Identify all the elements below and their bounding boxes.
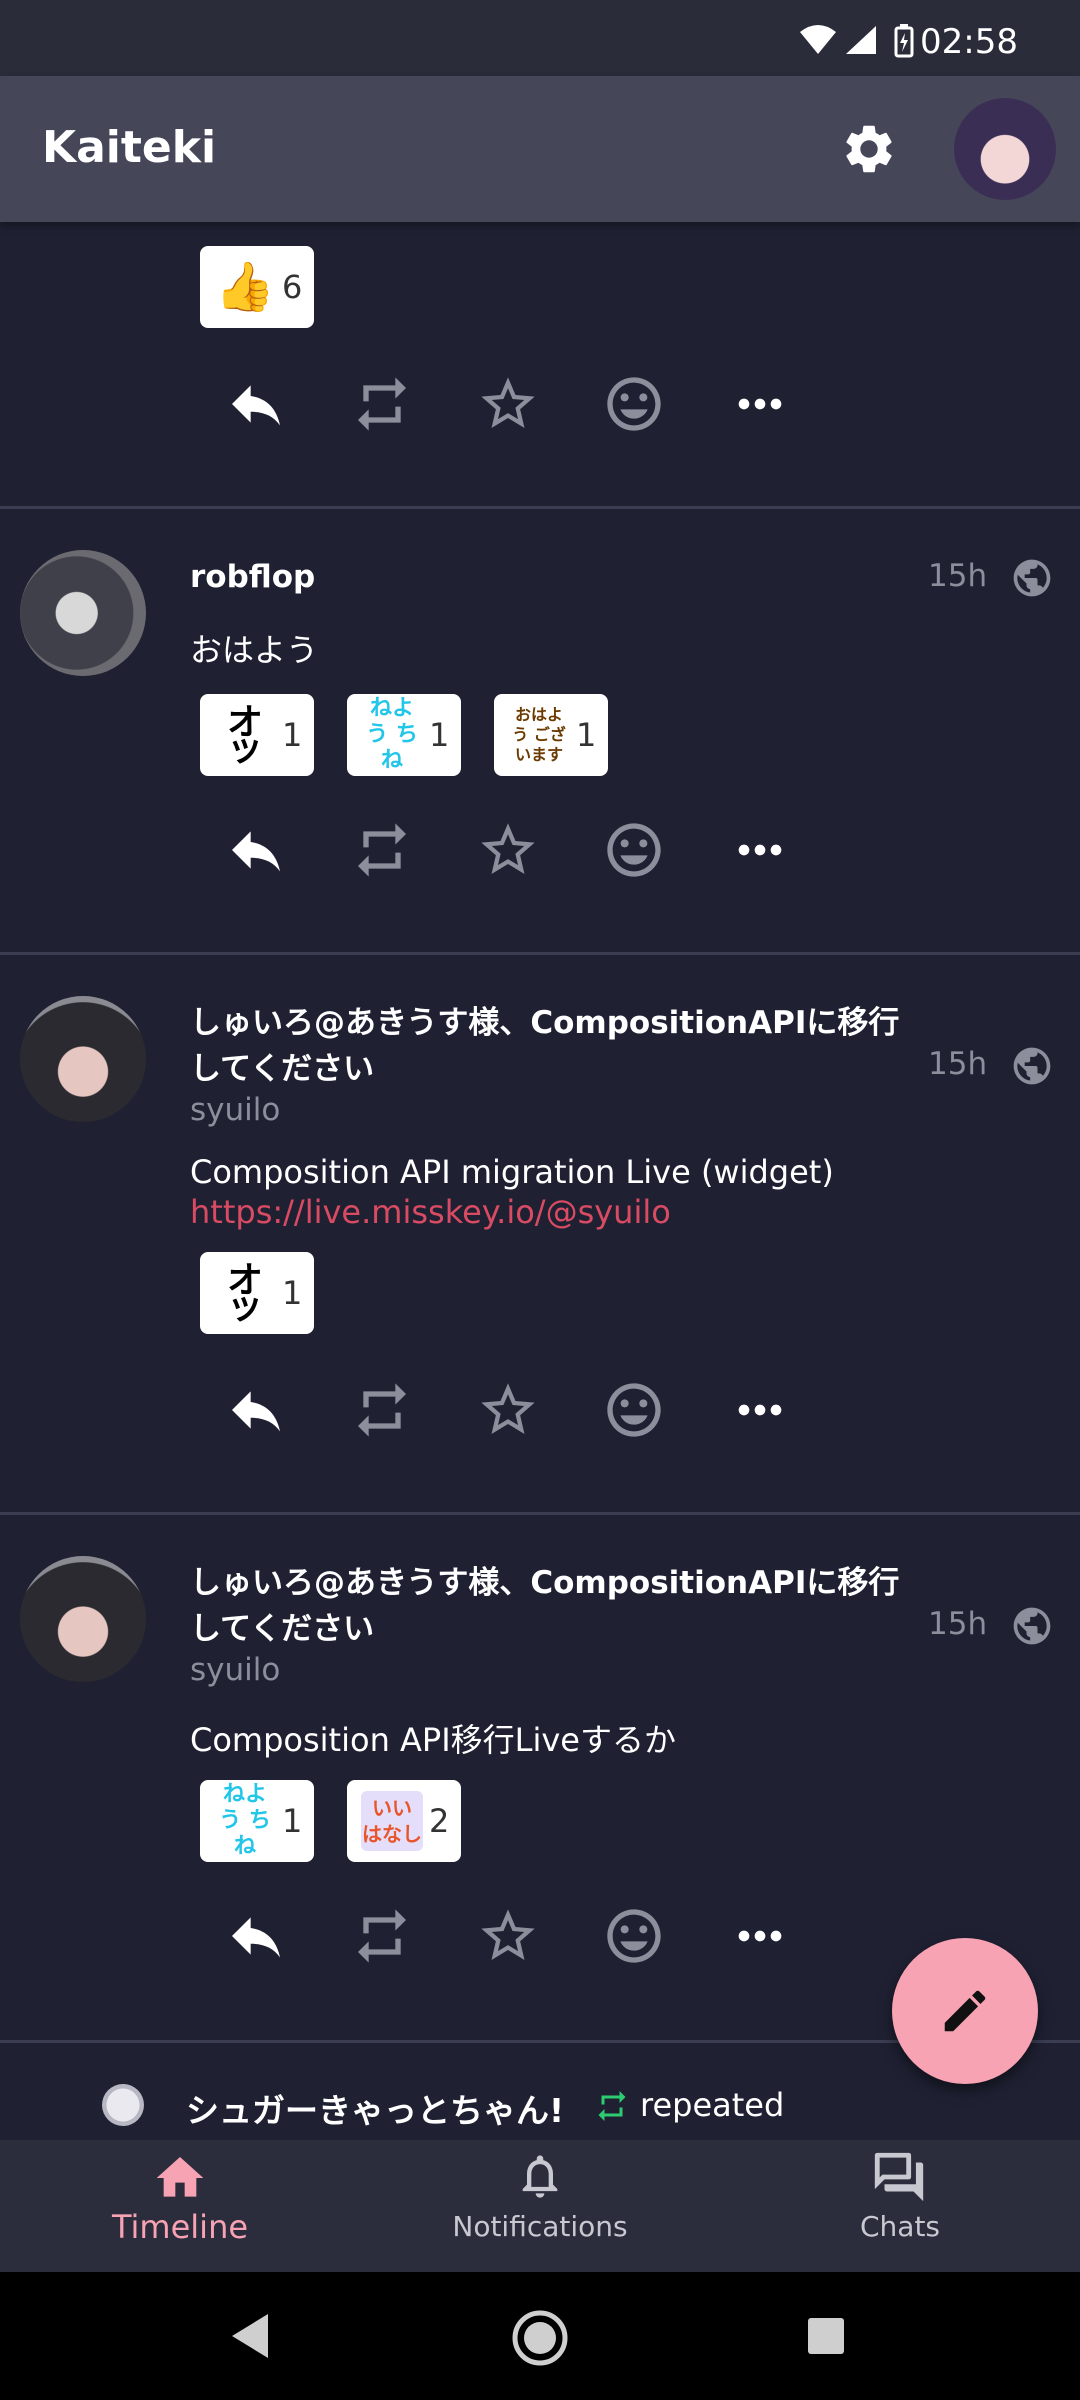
reaction-emoji: おはよう ございます — [512, 705, 566, 764]
nav-label: Chats — [859, 2210, 941, 2243]
post-time: 15h — [928, 558, 988, 594]
post-author-name[interactable]: しゅいろ@あきうす様、CompositionAPIに移行してください — [190, 1560, 930, 1652]
post-divider — [0, 1512, 1080, 1515]
post-divider — [0, 952, 1080, 955]
reaction-emoji: オッ — [226, 701, 263, 769]
post-actions — [220, 1378, 800, 1442]
more-icon[interactable] — [728, 372, 792, 436]
post-text: Composition API移行Liveするか — [190, 1721, 676, 1759]
reaction-count: 1 — [282, 1802, 303, 1840]
reaction-count: 1 — [576, 716, 597, 754]
reaction-emoji: オッ — [226, 1259, 263, 1327]
bottom-navigation: Timeline Notifications Chats — [0, 2140, 1080, 2272]
reaction-emoji: ねよう ちね — [366, 696, 418, 773]
avatar[interactable] — [20, 1556, 146, 1682]
reaction-chip[interactable]: オッ 1 — [200, 694, 315, 776]
bell-icon — [522, 2155, 558, 2198]
reply-icon[interactable] — [224, 372, 288, 436]
nav-chats[interactable]: Chats — [720, 2140, 1080, 2272]
system-navigation-bar — [0, 2272, 1080, 2400]
react-icon[interactable] — [602, 1378, 666, 1442]
repeat-icon[interactable] — [350, 818, 414, 882]
home-icon — [156, 2157, 204, 2197]
reaction-chip[interactable]: おはよう ございます 1 — [494, 694, 609, 776]
home-button-icon[interactable] — [510, 2308, 570, 2368]
avatar[interactable] — [20, 996, 146, 1122]
avatar[interactable] — [20, 550, 146, 676]
react-icon[interactable] — [602, 1904, 666, 1968]
repeat-icon[interactable] — [350, 1378, 414, 1442]
settings-icon[interactable] — [840, 120, 898, 178]
react-icon[interactable] — [602, 372, 666, 436]
post-time: 15h — [928, 1046, 988, 1082]
wifi-icon — [800, 25, 836, 54]
globe-icon — [1013, 1607, 1051, 1645]
reaction-chip[interactable]: ねよう ちね 1 — [347, 694, 462, 776]
reaction-count: 1 — [429, 716, 450, 754]
globe-icon — [1013, 1047, 1051, 1085]
reaction-emoji: 👍 — [215, 259, 275, 315]
reaction-emoji: ねよう ちね — [219, 1782, 271, 1859]
repeat-icon — [598, 2091, 626, 2121]
status-time: 02:58 — [920, 22, 1018, 62]
nav-label: Timeline — [111, 2208, 249, 2246]
favorite-icon[interactable] — [476, 818, 540, 882]
reaction-chip[interactable]: 👍 6 — [200, 246, 315, 328]
post-link[interactable]: https://live.misskey.io/@syuilo — [190, 1192, 671, 1232]
more-icon[interactable] — [728, 818, 792, 882]
reaction-chip[interactable]: いい はなし 2 — [347, 1780, 462, 1862]
reply-icon[interactable] — [224, 818, 288, 882]
repeat-label: repeated — [640, 2086, 785, 2124]
nav-notifications[interactable]: Notifications — [360, 2140, 720, 2272]
reaction-count: 6 — [282, 268, 303, 306]
favorite-icon[interactable] — [476, 1904, 540, 1968]
globe-icon — [1013, 559, 1051, 597]
compose-button[interactable] — [892, 1938, 1038, 2084]
post-divider — [0, 506, 1080, 509]
repeat-user-name[interactable]: シュガーきゃっとちゃん! — [186, 2084, 564, 2132]
reaction-count: 2 — [429, 1802, 450, 1840]
post-actions — [220, 372, 800, 436]
nav-timeline[interactable]: Timeline — [0, 2140, 360, 2272]
avatar[interactable] — [102, 2084, 144, 2126]
react-icon[interactable] — [602, 818, 666, 882]
post-author-handle: syuilo — [190, 1092, 281, 1128]
back-icon[interactable] — [228, 2312, 272, 2360]
favorite-icon[interactable] — [476, 1378, 540, 1442]
recents-icon[interactable] — [806, 2316, 846, 2356]
reaction-emoji: いい はなし — [361, 1791, 423, 1851]
reaction-chip[interactable]: ねよう ちね 1 — [200, 1780, 315, 1862]
post-author-name[interactable]: robflop — [190, 554, 930, 600]
signal-icon — [846, 26, 876, 54]
more-icon[interactable] — [728, 1378, 792, 1442]
repeat-icon[interactable] — [350, 1904, 414, 1968]
post-text: Composition API migration Live (widget) — [190, 1153, 834, 1191]
favorite-icon[interactable] — [476, 372, 540, 436]
post-actions — [220, 818, 800, 882]
post-author-handle: syuilo — [190, 1652, 281, 1688]
post-text: おはよう — [190, 631, 319, 669]
reply-icon[interactable] — [224, 1904, 288, 1968]
post-time: 15h — [928, 1606, 988, 1642]
nav-label: Notifications — [452, 2210, 628, 2243]
reaction-count: 1 — [282, 1274, 303, 1312]
battery-icon — [894, 24, 914, 58]
reaction-count: 1 — [282, 716, 303, 754]
repeat-icon[interactable] — [350, 372, 414, 436]
reaction-chip[interactable]: オッ 1 — [200, 1252, 315, 1334]
status-bar: 02:58 — [0, 0, 1080, 76]
more-icon[interactable] — [728, 1904, 792, 1968]
pencil-icon — [944, 1990, 986, 2032]
app-title: Kaiteki — [42, 122, 217, 173]
account-avatar[interactable] — [954, 98, 1056, 200]
post-actions — [220, 1904, 800, 1968]
post-author-name[interactable]: しゅいろ@あきうす様、CompositionAPIに移行してください — [190, 1000, 930, 1092]
app-bar: Kaiteki — [0, 76, 1080, 222]
chat-icon — [874, 2152, 924, 2202]
reply-icon[interactable] — [224, 1378, 288, 1442]
